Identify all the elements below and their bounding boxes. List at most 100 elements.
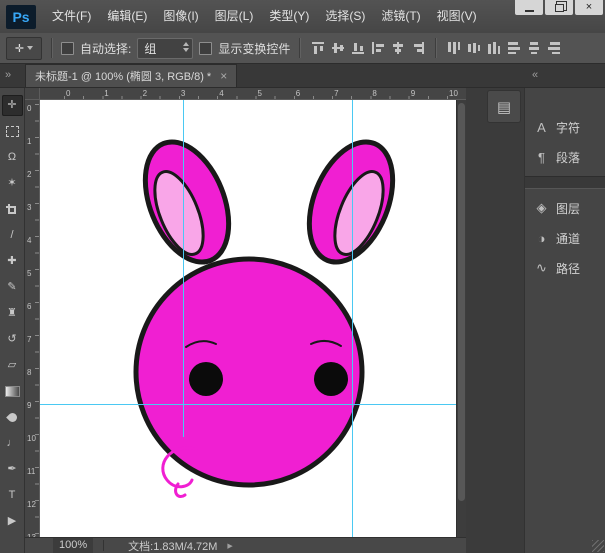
menu-item[interactable]: 视图(V) xyxy=(429,0,485,33)
align-vertical-centers-icon[interactable] xyxy=(329,40,346,56)
panel-button-layers[interactable]: ◈图层 xyxy=(525,193,605,223)
eraser-icon: ▱ xyxy=(8,360,16,371)
show-transform-checkbox[interactable] xyxy=(199,42,212,55)
distribute-vertical-centers-icon[interactable] xyxy=(465,40,482,56)
ruler-number: 7 xyxy=(27,335,31,344)
tools-collapse-chevron-icon[interactable]: » xyxy=(5,69,11,81)
distribute-right-edges-icon[interactable] xyxy=(545,40,562,56)
tool-eraser[interactable]: ▱ xyxy=(2,355,23,376)
align-horizontal-centers-icon[interactable] xyxy=(389,40,406,56)
menu-item[interactable]: 图层(L) xyxy=(207,0,262,33)
panel-button-character[interactable]: A 字符 xyxy=(525,112,605,142)
minimize-button[interactable] xyxy=(515,0,543,15)
menu-item[interactable]: 选择(S) xyxy=(317,0,373,33)
tool-blur[interactable] xyxy=(2,407,23,428)
align-left-edges-icon[interactable] xyxy=(369,40,386,56)
close-button[interactable]: × xyxy=(575,0,603,15)
panel-label: 路径 xyxy=(556,260,580,277)
ruler-origin-corner[interactable] xyxy=(25,88,40,100)
dock-expand-chevron-icon[interactable]: « xyxy=(532,69,538,81)
scrollbar-thumb[interactable] xyxy=(458,103,465,501)
ruler-number: 0 xyxy=(27,104,31,113)
vertical-ruler[interactable]: 012345678910111213 xyxy=(25,100,40,537)
panel-button-paragraph[interactable]: ¶ 段落 xyxy=(525,142,605,172)
dock-divider xyxy=(525,176,605,189)
vertical-scrollbar[interactable] xyxy=(456,100,466,537)
tool-dodge[interactable]: ♩ xyxy=(2,433,23,454)
tool-gradient[interactable] xyxy=(2,381,23,402)
align-top-edges-icon[interactable] xyxy=(309,40,326,56)
auto-select-target-dropdown[interactable]: 组 xyxy=(137,38,193,59)
gradient-icon xyxy=(5,386,20,397)
ruler-number: 6 xyxy=(296,89,300,98)
ruler-number: 5 xyxy=(27,269,31,278)
character-icon: A xyxy=(534,120,549,135)
tool-eyedropper[interactable]: / xyxy=(2,225,23,246)
collapsed-panel-button[interactable]: ▤ xyxy=(487,90,521,123)
status-flyout-arrow-icon[interactable]: ▶ xyxy=(227,542,232,550)
eyedropper-icon: / xyxy=(10,230,13,241)
tool-history-brush[interactable]: ↺ xyxy=(2,329,23,350)
horizontal-ruler[interactable]: 012345678910 xyxy=(40,88,466,100)
menu-item[interactable]: 编辑(E) xyxy=(99,0,155,33)
ruler-number: 9 xyxy=(411,89,415,98)
blur-icon xyxy=(6,411,19,424)
tool-pen[interactable]: ✒ xyxy=(2,459,23,480)
spinner-icon xyxy=(183,42,189,52)
show-transform-label: 显示变换控件 xyxy=(218,40,290,57)
path-selection-icon: ▶ xyxy=(8,516,16,527)
document-canvas[interactable] xyxy=(40,100,456,537)
paths-icon: ∿ xyxy=(534,260,549,276)
distribute-bottom-edges-icon[interactable] xyxy=(485,40,502,56)
bunny-artwork xyxy=(40,100,456,537)
tool-path-selection[interactable]: ▶ xyxy=(2,511,23,532)
panel-button-paths[interactable]: ∿ 路径 xyxy=(525,253,605,283)
distribute-horizontal-centers-icon[interactable] xyxy=(525,40,542,56)
paragraph-icon: ¶ xyxy=(534,150,549,165)
tool-clone-stamp[interactable]: ♜ xyxy=(2,303,23,324)
tool-preset-picker[interactable]: ✛ xyxy=(6,37,42,60)
ruler-number: 9 xyxy=(27,401,31,410)
ruler-number: 11 xyxy=(27,467,35,476)
tab-close-icon[interactable]: × xyxy=(220,70,227,82)
tool-spot-healing-brush[interactable]: ✚ xyxy=(2,251,23,272)
panel-label: 段落 xyxy=(556,149,580,166)
align-right-edges-icon[interactable] xyxy=(409,40,426,56)
tool-brush[interactable]: ✎ xyxy=(2,277,23,298)
resize-grip[interactable] xyxy=(592,540,604,552)
panel-dock: A 字符 ¶ 段落 ◈图层◑通道 ∿ 路径 xyxy=(524,88,605,553)
tool-type[interactable]: T xyxy=(2,485,23,506)
panel-button-channels[interactable]: ◑通道 xyxy=(525,223,605,253)
pen-icon: ✒ xyxy=(7,464,16,475)
ruler-number: 7 xyxy=(334,89,338,98)
distribute-left-edges-icon[interactable] xyxy=(505,40,522,56)
document-size-info[interactable]: 文档:1.83M/4.72M xyxy=(128,538,217,553)
menu-item[interactable]: 图像(I) xyxy=(155,0,206,33)
ruler-number: 5 xyxy=(258,89,262,98)
ruler-number: 8 xyxy=(27,368,31,377)
distribute-top-edges-icon[interactable] xyxy=(445,40,462,56)
status-bar: 100% 文档:1.83M/4.72M ▶ xyxy=(25,537,466,553)
ruler-number: 3 xyxy=(181,89,185,98)
restore-button[interactable] xyxy=(545,0,573,15)
minimize-icon xyxy=(525,10,534,12)
menu-item[interactable]: 类型(Y) xyxy=(261,0,317,33)
ruler-number: 12 xyxy=(27,500,36,509)
tool-rectangular-marquee[interactable] xyxy=(2,121,23,142)
ruler-number: 4 xyxy=(27,236,31,245)
zoom-level-field[interactable]: 100% xyxy=(53,538,93,553)
tool-move[interactable]: ✛ xyxy=(2,95,23,116)
menu-item[interactable]: 文件(F) xyxy=(44,0,99,33)
horizontal-guide[interactable] xyxy=(40,404,456,405)
auto-select-checkbox[interactable] xyxy=(61,42,74,55)
tool-lasso[interactable]: Ω xyxy=(2,147,23,168)
document-tab[interactable]: 未标题-1 @ 100% (椭圆 3, RGB/8) * × xyxy=(25,64,237,87)
vertical-guide[interactable] xyxy=(183,100,184,437)
vertical-guide[interactable] xyxy=(352,100,353,537)
tool-crop[interactable] xyxy=(2,199,23,220)
tool-quick-selection[interactable]: ✶ xyxy=(2,173,23,194)
menu-item[interactable]: 滤镜(T) xyxy=(373,0,428,33)
menu-bar: Ps 文件(F)编辑(E)图像(I)图层(L)类型(Y)选择(S)滤镜(T)视图… xyxy=(0,0,605,34)
panel-label: 字符 xyxy=(556,119,580,136)
align-bottom-edges-icon[interactable] xyxy=(349,40,366,56)
